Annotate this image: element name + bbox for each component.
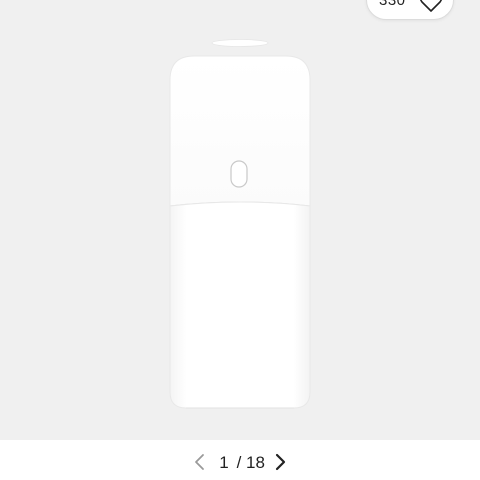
chevron-left-icon[interactable] bbox=[192, 453, 208, 471]
product-image-viewer[interactable]: 330 bbox=[0, 0, 480, 440]
chevron-right-icon[interactable] bbox=[272, 453, 288, 471]
heart-outline-icon bbox=[420, 0, 442, 12]
page-separator: / bbox=[236, 453, 242, 472]
favorite-button[interactable]: 330 bbox=[366, 0, 454, 20]
favorite-count: 330 bbox=[379, 0, 406, 9]
total-pages: 18 bbox=[246, 453, 265, 472]
image-pager: 1 / 18 bbox=[0, 440, 480, 480]
product-image bbox=[169, 39, 311, 409]
current-page: 1 bbox=[219, 453, 229, 472]
